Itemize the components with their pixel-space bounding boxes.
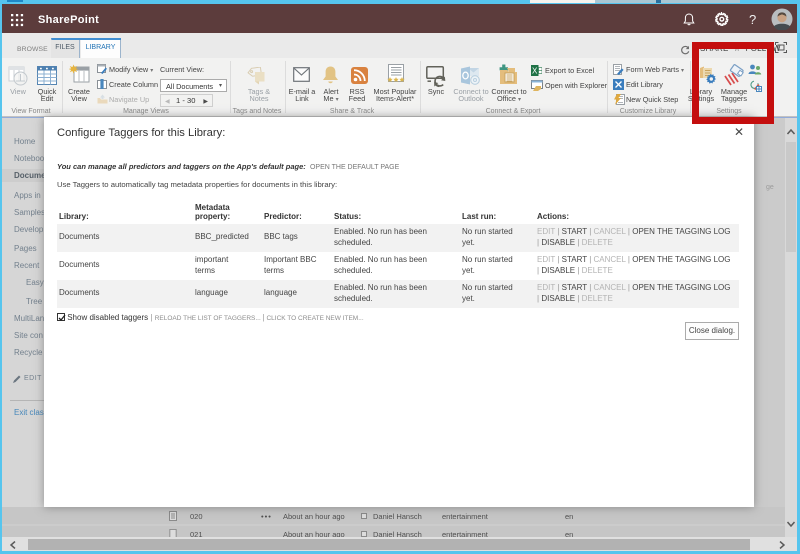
svg-text:X: X	[532, 66, 538, 75]
